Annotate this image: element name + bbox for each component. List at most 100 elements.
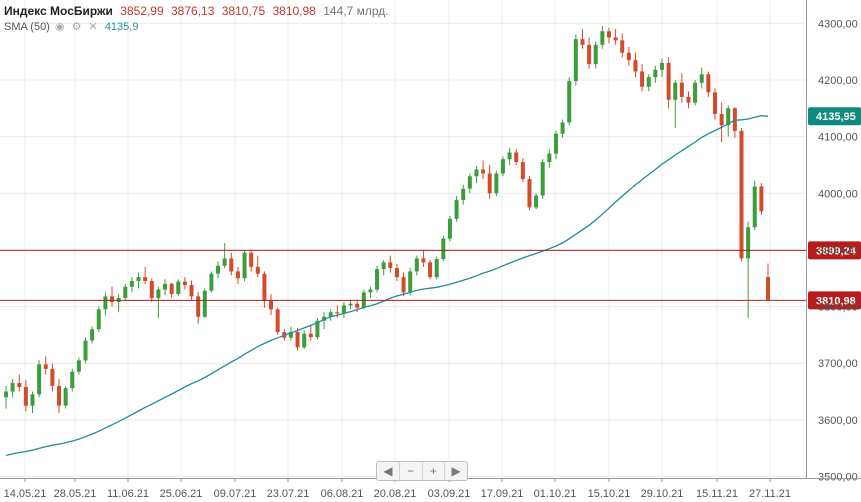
y-tick-label: 4300,00 (818, 18, 858, 30)
candle-body (10, 383, 15, 392)
candle-body (693, 82, 698, 103)
sma-label: SMA (50) (4, 21, 50, 33)
candle-body (156, 289, 161, 299)
candle-body (666, 62, 671, 100)
candle-body (76, 360, 81, 372)
candle-body (196, 296, 201, 317)
high-value: 3876,13 (171, 4, 215, 18)
candle-body (209, 273, 214, 291)
candle-body (653, 69, 658, 78)
instrument-title: Индекс МосБиржи (4, 4, 113, 18)
candle-body (275, 309, 280, 333)
candle-body (567, 81, 572, 123)
candle-body (17, 383, 22, 387)
x-tick-label: 28.05.21 (54, 488, 97, 500)
candle-body (686, 96, 691, 103)
candle-body (434, 258, 439, 278)
candle-body (481, 169, 486, 174)
y-tick-label: 4000,00 (818, 188, 858, 200)
candle-body (414, 258, 419, 272)
y-tick-label: 3800,00 (818, 302, 858, 314)
chart-navigation: ◀ − + ▶ (376, 461, 468, 481)
candle-body (103, 296, 108, 310)
x-tick-label: 17.09.21 (481, 488, 524, 500)
scroll-left-button[interactable]: ◀ (377, 462, 400, 480)
candle-body (90, 329, 95, 341)
candle-body (30, 394, 35, 406)
candles-layer (4, 26, 770, 414)
legend-row-quote: Индекс МосБиржи 3852,99 3876,13 3810,75 … (4, 3, 389, 19)
candle-body (348, 303, 353, 306)
candle-body (176, 281, 181, 295)
candle-body (169, 283, 174, 295)
candle-body (547, 153, 552, 163)
candle-body (83, 340, 88, 361)
candle-body (335, 312, 340, 314)
candle-body (428, 262, 433, 278)
candle-body (646, 77, 651, 87)
candle-body (23, 386, 28, 406)
candle-body (149, 281, 154, 299)
candle-body (494, 173, 499, 194)
zoom-in-button[interactable]: + (423, 462, 446, 480)
zoom-out-button[interactable]: − (400, 462, 423, 480)
x-tick-label: 15.11.21 (696, 488, 738, 500)
candle-body (355, 303, 360, 308)
candle-body (553, 133, 558, 154)
y-tick-label: 3500,00 (818, 472, 858, 484)
candle-body (580, 39, 585, 45)
candle-body (50, 368, 55, 386)
x-tick-label: 09.07.21 (214, 488, 257, 500)
candle-body (573, 39, 578, 82)
candle-body (163, 283, 168, 290)
candle-body (295, 332, 300, 348)
y-tick-label: 3700,00 (818, 358, 858, 370)
candle-body (375, 269, 380, 290)
candle-body (540, 162, 545, 196)
candle-body (673, 82, 678, 100)
candle-body (441, 238, 446, 259)
candle-body (341, 305, 346, 314)
candle-body (447, 218, 452, 239)
x-tick-label: 06.08.21 (321, 488, 364, 500)
candle-body (4, 391, 8, 398)
scroll-right-button[interactable]: ▶ (445, 462, 467, 480)
candle-body (63, 388, 68, 406)
x-tick-label: 29.10.21 (641, 488, 684, 500)
gear-icon[interactable]: ⚙ (72, 21, 82, 33)
candle-body (514, 152, 519, 163)
candle-body (368, 289, 373, 293)
volume-value: 144,7 млрд. (323, 4, 389, 18)
candle-body (507, 152, 512, 160)
x-tick-label: 15.10.21 (588, 488, 631, 500)
candle-body (766, 277, 770, 301)
candle-body (633, 60, 638, 72)
candle-body (401, 277, 406, 293)
y-tick-label: 4200,00 (818, 75, 858, 87)
eye-icon[interactable]: ◉ (55, 21, 65, 33)
candle-body (43, 364, 48, 369)
y-tick-label: 3600,00 (818, 415, 858, 427)
candle-body (739, 130, 744, 259)
candle-body (242, 252, 247, 279)
candle-body (302, 333, 307, 348)
legend-row-sma: SMA (50) ◉ ⚙ ✕ 4135,9 (4, 19, 389, 35)
y-tick-label: 4100,00 (818, 132, 858, 144)
candlestick-chart: 3899,243810,984135,95 3500,003600,003700… (0, 0, 861, 500)
candle-body (712, 92, 717, 114)
close-icon[interactable]: ✕ (89, 21, 98, 33)
candle-body (719, 113, 724, 126)
candle-body (96, 309, 101, 330)
candle-body (640, 71, 645, 87)
x-tick-label: 11.06.21 (107, 488, 149, 500)
candle-body (394, 268, 399, 278)
candle-body (454, 200, 459, 219)
candle-body (560, 122, 565, 134)
low-value: 3810,75 (221, 4, 266, 18)
candle-body (110, 296, 115, 303)
candle-body (613, 37, 618, 41)
open-value: 3852,99 (120, 4, 164, 18)
candle-body (746, 227, 751, 259)
candle-body (620, 40, 625, 53)
x-tick-label: 01.10.21 (534, 488, 577, 500)
